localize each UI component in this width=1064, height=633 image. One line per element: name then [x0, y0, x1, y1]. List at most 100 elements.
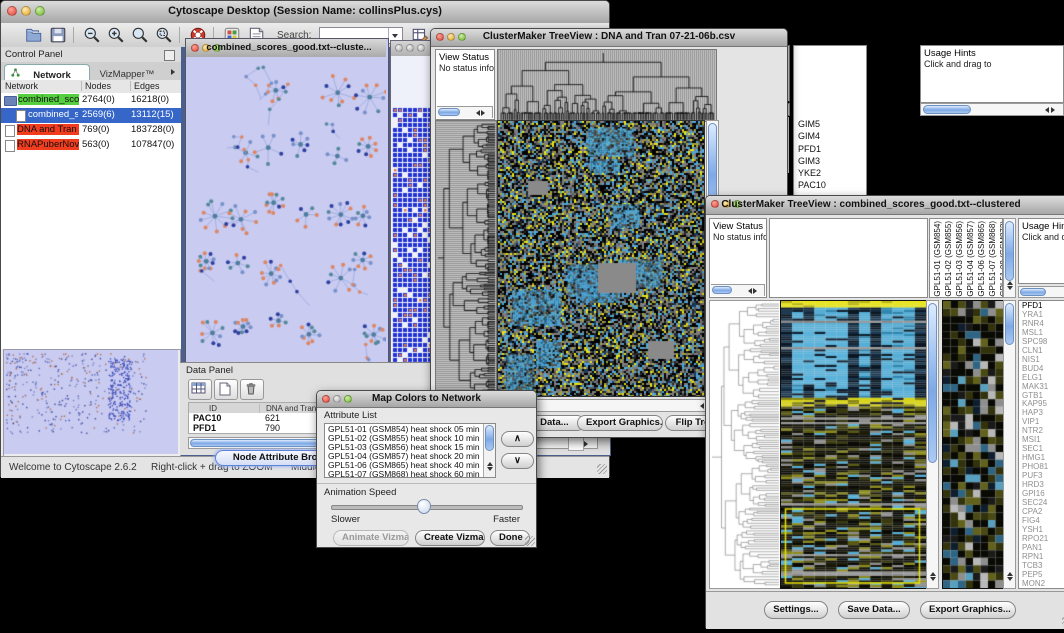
combined-column-tree-area[interactable] — [769, 218, 928, 298]
combined-heatmap-vscrollbar[interactable] — [926, 300, 939, 589]
zoom-in-icon[interactable] — [107, 26, 125, 44]
col-nodes[interactable]: Nodes — [81, 81, 111, 91]
create-vizmap-button[interactable]: Create Vizmap — [415, 530, 485, 546]
gene-list-vscrollbar[interactable] — [1003, 300, 1016, 589]
save-session-icon[interactable] — [49, 26, 67, 44]
tab-network[interactable]: Network — [4, 64, 90, 81]
dna-heatmap-canvas[interactable] — [497, 120, 705, 397]
attribute-list-item[interactable]: GPL51-07 (GSM868) heat shock 60 min — [328, 470, 495, 478]
data-row-id: PFD1 — [193, 423, 216, 433]
combined-global-heatmap-canvas[interactable] — [780, 300, 927, 589]
gene-label[interactable]: PAC10 — [796, 179, 866, 191]
network-name: DNA and Tran 07 — [17, 124, 79, 135]
usage-hints-hscrollbar[interactable] — [1018, 286, 1064, 298]
desktop: Cytoscape Desktop (Session Name: collins… — [0, 0, 1064, 633]
map-colors-titlebar[interactable]: Map Colors to Network — [317, 391, 536, 408]
array-label[interactable]: GPL51-04 (GSM857) — [966, 221, 976, 297]
animate-vizmap-button[interactable]: Animate Vizmap — [333, 530, 409, 546]
birdseye-canvas[interactable] — [4, 350, 178, 454]
usage-hints-title: Usage Hints — [1019, 219, 1064, 232]
network-nodes: 563(0) — [82, 139, 109, 150]
resize-grip[interactable] — [597, 464, 607, 474]
new-attribute-icon[interactable] — [214, 379, 238, 400]
gene-label[interactable]: GIM5 — [796, 118, 866, 130]
zoom-fit-icon[interactable] — [131, 26, 149, 44]
open-session-icon[interactable] — [25, 26, 43, 44]
network-edges: 13112(15) — [131, 109, 174, 120]
network-window-1-titlebar[interactable]: combined_scores_good.txt--cluste... — [186, 39, 386, 58]
usage-hints-text: Click and drag to — [1019, 232, 1064, 242]
tab-vizmapper-label: VizMapper™ — [100, 69, 155, 80]
gene-label[interactable]: MON2 — [1022, 580, 1064, 589]
resize-grip[interactable] — [525, 536, 535, 546]
dna-usage-hints-hscrollbar[interactable] — [920, 103, 1064, 116]
zoom-window-icon[interactable] — [417, 44, 425, 52]
array-label[interactable]: GPL51-03 (GSM856) — [955, 221, 965, 297]
move-up-button[interactable]: ∧ — [501, 431, 534, 447]
animation-speed-label: Animation Speed — [324, 487, 396, 498]
treeview-dna-titlebar[interactable]: ClusterMaker TreeView : DNA and Tran 07-… — [431, 29, 787, 47]
network-nodes: 769(0) — [82, 124, 109, 135]
create-vizmap-label: Create Vizmap — [424, 532, 485, 543]
dna-gene-list: GIM5GIM4PFD1GIM3YKE2PAC10 — [794, 118, 866, 192]
attribute-list[interactable]: GPL51-01 (GSM854) heat shock 05 minGPL51… — [324, 423, 496, 478]
view-status-hscrollbar[interactable] — [437, 106, 493, 118]
minimize-icon[interactable] — [406, 44, 414, 52]
array-label[interactable]: GPL51-02 (GSM855) — [944, 221, 954, 297]
network-row-dna-tran[interactable]: DNA and Tran 07 769(0) 183728(0) — [1, 123, 181, 138]
dna-export-graphics-button[interactable]: Export Graphics... — [577, 415, 663, 431]
array-label[interactable]: GPL51-07 (GSM868) — [988, 221, 998, 297]
float-panel-icon[interactable] — [164, 50, 175, 61]
view-status-text: No status info — [710, 232, 766, 242]
done-button[interactable]: Done — [490, 530, 530, 546]
usage-hints-text: Click and drag to — [921, 59, 1063, 69]
network-table-header: Network Nodes Edges — [1, 80, 181, 94]
view-status-hscrollbar[interactable] — [711, 284, 765, 296]
slider-thumb[interactable] — [417, 499, 431, 514]
table-mode-icon[interactable] — [188, 379, 212, 400]
combined-settings-button[interactable]: Settings... — [764, 601, 828, 619]
array-labels-vscrollbar[interactable] — [1003, 218, 1016, 298]
close-icon[interactable] — [191, 44, 199, 52]
network-edges: 107847(0) — [131, 139, 174, 150]
network-name: combined_sco — [28, 109, 78, 120]
gene-label[interactable]: YKE2 — [796, 167, 866, 179]
gene-label[interactable]: GIM3 — [796, 155, 866, 167]
array-label[interactable]: GPL51-06 (GSM865) — [977, 221, 987, 297]
move-down-button[interactable]: ∨ — [501, 453, 534, 469]
dna-gene-list-panel: GIM5GIM4PFD1GIM3YKE2PAC10 — [793, 45, 867, 197]
network-folder-icon — [4, 96, 17, 106]
network-row-rnapuber[interactable]: RNAPuberNov2+ 563(0) 107847(0) — [1, 138, 181, 153]
network-view-canvas[interactable] — [186, 57, 386, 371]
network-name: RNAPuberNov2+ — [17, 139, 79, 150]
dna-column-dendrogram-canvas[interactable] — [497, 49, 717, 122]
zoom-selected-icon[interactable] — [155, 26, 173, 44]
combined-export-graphics-button[interactable]: Export Graphics... — [920, 601, 1016, 619]
birdseye-view[interactable] — [3, 349, 181, 457]
array-label[interactable]: GPL51-01 (GSM854) — [933, 221, 943, 297]
network-row-combined-sco-selected[interactable]: combined_sco 2569(6) 13112(15) — [1, 108, 181, 123]
save-data-label: Save Data... — [847, 604, 900, 615]
combined-row-dendrogram-canvas[interactable] — [709, 300, 781, 589]
gene-label[interactable]: GIM4 — [796, 130, 866, 142]
gene-label[interactable]: PFD1 — [796, 143, 866, 155]
combined-array-labels: GPL51-01 (GSM854)GPL51-02 (GSM855)GPL51-… — [929, 218, 1003, 298]
network-row-combined-scores[interactable]: combined_scores 2764(0) 16218(0) — [1, 93, 181, 108]
tab-scroll-right-icon[interactable] — [167, 66, 179, 78]
col-edges[interactable]: Edges — [130, 81, 160, 91]
data-col-id[interactable]: ID — [209, 404, 217, 413]
zoom-out-icon[interactable] — [83, 26, 101, 44]
combined-save-data-button[interactable]: Save Data... — [838, 601, 910, 619]
delete-attribute-trash-icon[interactable] — [240, 379, 264, 400]
tab-vizmapper[interactable]: VizMapper™ — [91, 64, 163, 80]
network-window-1[interactable]: combined_scores_good.txt--cluste... — [185, 38, 389, 374]
network-file-icon — [5, 140, 15, 152]
col-network[interactable]: Network — [5, 81, 38, 91]
cytoscape-titlebar[interactable]: Cytoscape Desktop (Session Name: collins… — [1, 1, 609, 24]
combined-zoom-heatmap-canvas[interactable] — [942, 300, 1004, 589]
dna-row-dendrogram-canvas[interactable] — [435, 120, 497, 397]
close-icon[interactable] — [395, 44, 403, 52]
treeview-combined-titlebar[interactable]: ClusterMaker TreeView : combined_scores_… — [706, 196, 1064, 215]
attribute-list-vscrollbar[interactable] — [483, 424, 495, 477]
window-title: Cytoscape Desktop (Session Name: collins… — [1, 5, 609, 17]
